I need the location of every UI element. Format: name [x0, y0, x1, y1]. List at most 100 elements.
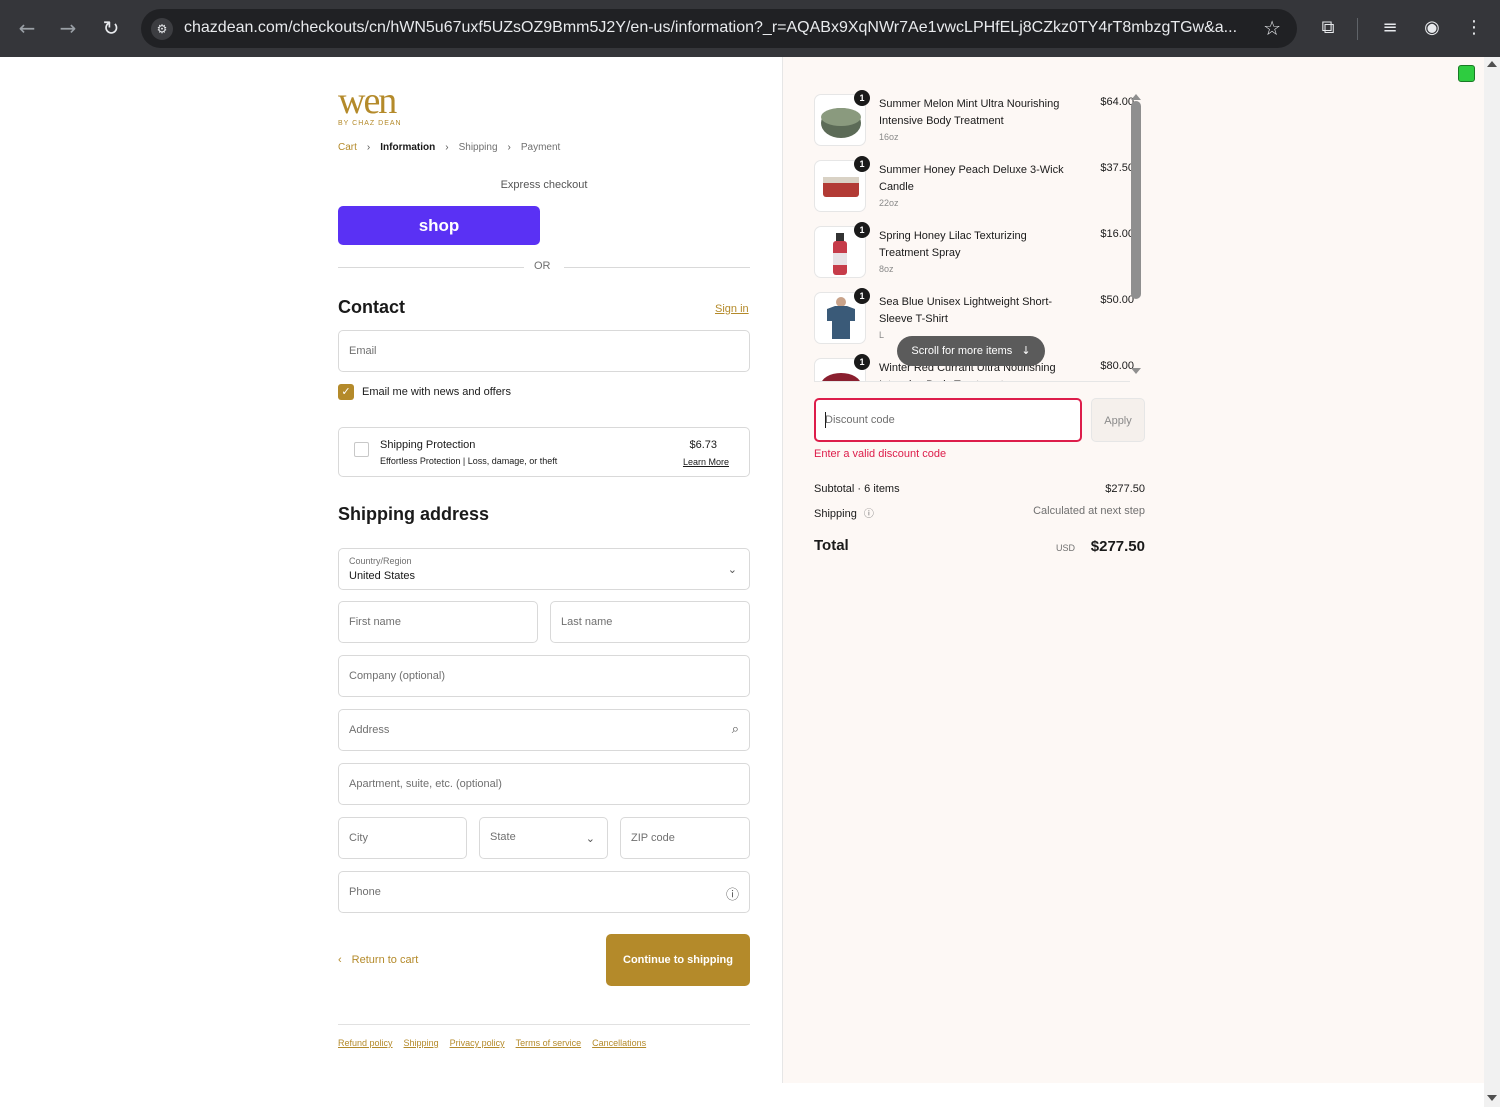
email-field[interactable]: Email — [338, 330, 750, 372]
email-placeholder: Email — [349, 345, 377, 357]
zip-field[interactable]: ZIP code — [620, 817, 750, 859]
last-name-field[interactable]: Last name — [550, 601, 750, 643]
bookmark-star-icon[interactable]: ☆ — [1263, 16, 1281, 40]
shipping-policy-link[interactable]: Shipping — [404, 1038, 439, 1048]
continue-to-shipping-button[interactable]: Continue to shipping — [606, 934, 750, 986]
reload-icon[interactable]: ↻ — [97, 14, 125, 42]
cancellations-link[interactable]: Cancellations — [592, 1038, 646, 1048]
divider-line — [564, 267, 750, 268]
news-offers-option[interactable]: ✓ Email me with news and offers — [338, 384, 511, 400]
order-item: 1 Spring Honey Lilac Texturizing Treatme… — [814, 222, 1134, 282]
items-scrollbar-thumb[interactable] — [1131, 101, 1141, 299]
page-scrollbar[interactable] — [1484, 57, 1500, 1107]
or-label: OR — [534, 260, 551, 272]
breadcrumb: Cart › Information › Shipping › Payment — [338, 142, 560, 153]
breadcrumb-cart[interactable]: Cart — [338, 142, 357, 153]
profile-icon[interactable]: ◉ — [1418, 14, 1446, 42]
menu-icon[interactable]: ⋮ — [1460, 14, 1488, 42]
site-settings-icon[interactable]: ⚙ — [151, 18, 173, 40]
protection-price: $6.73 — [689, 439, 717, 451]
currency-code: USD — [1055, 543, 1075, 553]
protection-title: Shipping Protection — [380, 439, 476, 451]
news-offers-label: Email me with news and offers — [362, 386, 511, 398]
chevron-down-icon: ⌄ — [727, 563, 737, 576]
order-item: 1 Summer Honey Peach Deluxe 3-Wick Candl… — [814, 156, 1134, 216]
quantity-badge: 1 — [854, 156, 870, 172]
total-value: $277.50 — [1090, 538, 1145, 555]
total-label: Total — [814, 537, 849, 554]
discount-error: Enter a valid discount code — [814, 448, 947, 460]
reading-list-icon[interactable]: ≡ — [1376, 14, 1404, 42]
country-select[interactable]: Country/Region United States ⌄ — [338, 548, 750, 590]
help-icon[interactable]: ⓘ — [864, 509, 874, 520]
apply-button[interactable]: Apply — [1091, 398, 1145, 442]
express-checkout-label: Express checkout — [500, 179, 588, 191]
city-placeholder: City — [349, 832, 368, 844]
chevron-right-icon: › — [507, 142, 511, 153]
refund-policy-link[interactable]: Refund policy — [338, 1038, 393, 1048]
checkout-page: wen BY CHAZ DEAN Cart › Information › Sh… — [0, 57, 1484, 1107]
apartment-placeholder: Apartment, suite, etc. (optional) — [349, 778, 502, 790]
country-label: Country/Region — [349, 556, 412, 566]
chevron-left-icon: ‹ — [338, 954, 342, 966]
list-scroll-down-icon[interactable] — [1131, 368, 1141, 374]
url-text[interactable]: chazdean.com/checkouts/cn/hWN5u67uxf5UZs… — [184, 19, 1244, 37]
product-info: Spring Honey Lilac Texturizing Treatment… — [879, 228, 1079, 276]
forward-icon[interactable]: → — [54, 14, 82, 42]
shop-pay-button[interactable]: shop — [338, 206, 540, 245]
chevron-down-icon: ⌄ — [585, 832, 595, 845]
checkbox-checked-icon[interactable]: ✓ — [338, 384, 354, 400]
product-price: $80.00 — [1100, 360, 1134, 372]
terms-of-service-link[interactable]: Terms of service — [516, 1038, 582, 1048]
phone-field[interactable]: Phone ⓘ — [338, 871, 750, 913]
apartment-field[interactable]: Apartment, suite, etc. (optional) — [338, 763, 750, 805]
country-value: United States — [349, 570, 416, 582]
state-select[interactable]: State ⌄ — [479, 817, 608, 859]
phone-placeholder: Phone — [349, 886, 381, 898]
scroll-up-icon[interactable] — [1487, 61, 1497, 67]
extensions-icon[interactable]: ⧉ — [1314, 14, 1342, 42]
breadcrumb-shipping: Shipping — [458, 142, 498, 153]
learn-more-link[interactable]: Learn More — [683, 457, 729, 467]
address-field[interactable]: Address ⌕ — [338, 709, 750, 751]
footer-divider — [338, 1024, 750, 1025]
breadcrumb-information: Information — [380, 142, 436, 153]
shipping-address-heading: Shipping address — [338, 504, 490, 524]
product-name: Spring Honey Lilac Texturizing Treatment… — [879, 230, 1027, 259]
state-placeholder: State — [490, 831, 516, 843]
return-to-cart-label: Return to cart — [351, 954, 419, 966]
footer-links: Refund policy Shipping Privacy policy Te… — [338, 1038, 646, 1048]
product-price: $64.00 — [1100, 96, 1134, 108]
product-price: $50.00 — [1100, 294, 1134, 306]
sign-in-link[interactable]: Sign in — [715, 303, 749, 315]
product-price: $16.00 — [1100, 228, 1134, 240]
scroll-hint-label: Scroll for more items — [911, 345, 1013, 357]
status-indicator — [1458, 65, 1475, 82]
shipping-protection-checkbox[interactable] — [354, 442, 369, 457]
chevron-right-icon: › — [445, 142, 449, 153]
discount-code-input[interactable]: Discount code — [814, 398, 1082, 442]
back-icon[interactable]: ← — [13, 14, 41, 42]
total-row: Total USD $277.50 — [814, 537, 1145, 555]
brand-logo[interactable]: wen BY CHAZ DEAN — [338, 82, 418, 128]
scroll-for-more-button[interactable]: Scroll for more items ↓ — [897, 336, 1045, 366]
address-bar[interactable]: ⚙ chazdean.com/checkouts/cn/hWN5u67uxf5U… — [141, 9, 1297, 48]
quantity-badge: 1 — [854, 222, 870, 238]
product-name: Summer Honey Peach Deluxe 3-Wick Candle — [879, 164, 1064, 193]
help-icon[interactable]: ⓘ — [726, 884, 739, 903]
shipping-row: Shipping ⓘ Calculated at next step — [814, 505, 1145, 520]
chevron-right-icon: › — [366, 142, 371, 153]
scroll-down-icon[interactable] — [1487, 1095, 1497, 1101]
contact-heading: Contact — [338, 297, 405, 317]
first-name-field[interactable]: First name — [338, 601, 538, 643]
company-field[interactable]: Company (optional) — [338, 655, 750, 697]
list-scroll-up-icon[interactable] — [1131, 94, 1141, 100]
browser-toolbar: ← → ↻ ⚙ chazdean.com/checkouts/cn/hWN5u6… — [0, 0, 1500, 57]
quantity-badge: 1 — [854, 354, 870, 370]
product-info: Sea Blue Unisex Lightweight Short-Sleeve… — [879, 294, 1079, 342]
return-to-cart-link[interactable]: ‹ Return to cart — [338, 954, 418, 966]
city-field[interactable]: City — [338, 817, 467, 859]
privacy-policy-link[interactable]: Privacy policy — [450, 1038, 505, 1048]
logo-subtitle: BY CHAZ DEAN — [338, 120, 402, 127]
product-name: Sea Blue Unisex Lightweight Short-Sleeve… — [879, 296, 1053, 325]
